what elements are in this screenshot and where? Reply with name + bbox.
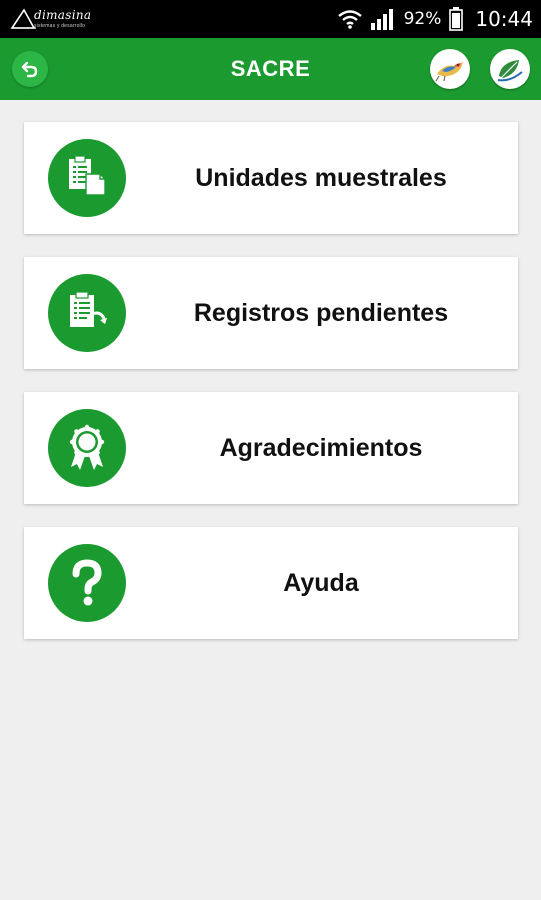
developer-logo-subtext: sistemas y desarrollo [34,23,86,29]
award-ribbon-icon [48,409,126,487]
clock: 10:44 [475,7,533,31]
menu-item-ayuda[interactable]: Ayuda [24,527,518,639]
menu-item-unidades-muestrales[interactable]: Unidades muestrales [24,122,518,234]
menu-item-registros-pendientes[interactable]: Registros pendientes [24,257,518,369]
battery-percentage: 92% [403,9,442,29]
menu-item-label: Agradecimientos [219,434,423,462]
status-indicators: 92% 10:44 [337,0,533,38]
status-bar: dimasina sistemas y desarrollo 92% 10:44 [0,0,541,38]
battery-icon [449,7,464,31]
app-bar: SACRE [0,38,541,100]
menu-item-agradecimientos[interactable]: Agradecimientos [24,392,518,504]
bird-icon [435,61,463,82]
menu-item-label: Ayuda [283,569,359,597]
main-menu: Unidades muestrales Registros pendientes [24,122,518,662]
bird-logo[interactable] [430,49,470,89]
developer-logo-icon [10,8,36,29]
signal-icon [370,9,393,30]
leaf-icon [497,60,523,82]
developer-logo: dimasina sistemas y desarrollo [10,6,92,34]
clipboard-documents-icon [48,139,126,217]
clipboard-refresh-icon [48,274,126,352]
menu-item-label: Registros pendientes [193,299,449,327]
menu-item-label: Unidades muestrales [195,164,447,192]
question-mark-icon [48,544,126,622]
back-arrow-icon [21,61,38,78]
back-button[interactable] [12,51,48,87]
wifi-icon [337,10,362,29]
developer-logo-text: dimasina [34,8,92,22]
leaf-logo[interactable] [490,49,530,89]
